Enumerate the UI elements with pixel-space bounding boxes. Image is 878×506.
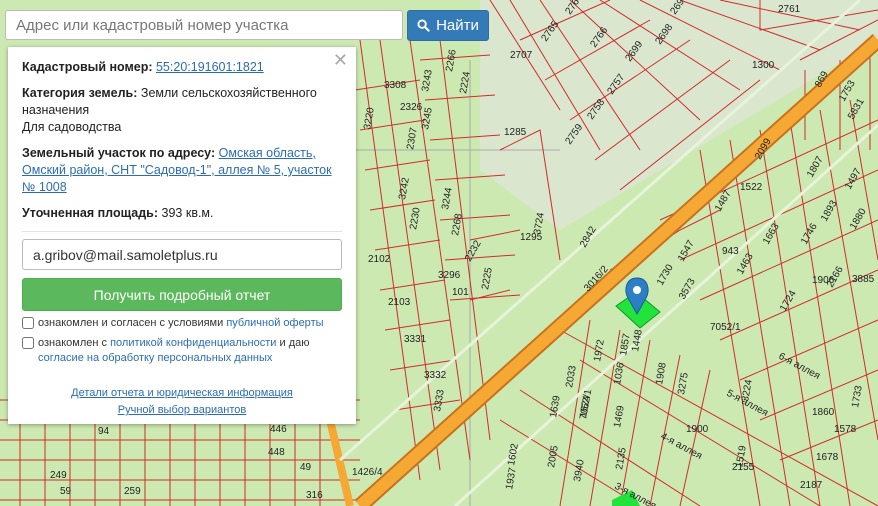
parcel-number-label: 3296	[438, 270, 461, 281]
parcel-number-label: 1295	[520, 232, 543, 243]
parcel-number-label: 2103	[388, 297, 411, 308]
parcel-number-label: 59	[60, 486, 72, 497]
parcel-number-label: 2761	[778, 4, 801, 15]
report-details-link[interactable]: Детали отчета и юридическая информация	[71, 387, 293, 399]
close-icon[interactable]: ✕	[333, 51, 348, 69]
personal-data-link[interactable]: согласие на обработку персональных данны…	[38, 352, 272, 364]
purpose-value: Для садоводства	[22, 120, 122, 134]
cadastral-label: Кадастровый номер:	[22, 60, 153, 74]
parcel-number-label: 3885	[852, 274, 875, 285]
parcel-number-label: 1285	[504, 127, 527, 138]
parcel-number-label: 1678	[816, 452, 839, 463]
parcel-number-label: 1300	[752, 60, 775, 71]
parcel-number-label: 249	[50, 470, 67, 481]
parcel-number-label: 2707	[510, 50, 533, 61]
privacy-text-2: и даю	[279, 337, 310, 349]
parcel-number-label: 3331	[404, 334, 427, 345]
offer-checkbox-input[interactable]	[22, 317, 34, 329]
parcel-number-label: 94	[98, 426, 110, 437]
parcel-number-label: 446	[270, 424, 287, 435]
address-label: Земельный участок по адресу:	[22, 146, 216, 160]
area-value: 393 кв.м.	[161, 206, 214, 220]
address-row: Земельный участок по адресу: Омская обла…	[22, 145, 342, 196]
parcel-info-panel: ✕ Кадастровый номер: 55:20:191601:1821 К…	[8, 47, 356, 424]
parcel-number-label: 3332	[424, 370, 447, 381]
parcel-number-label: 2102	[368, 254, 391, 265]
parcel-number-label: 1578	[834, 424, 857, 435]
parcel-number-label: 2326	[400, 102, 423, 113]
parcel-number-label: 943	[722, 246, 739, 257]
search-button[interactable]: Найти	[407, 10, 489, 41]
category-label: Категория земель:	[22, 86, 138, 100]
privacy-text: ознакомлен с	[38, 337, 108, 349]
privacy-checkbox-input[interactable]	[22, 337, 34, 349]
search-field[interactable]	[5, 10, 403, 40]
get-report-button[interactable]: Получить подробный отчет	[22, 278, 342, 311]
search-input[interactable]	[6, 11, 402, 39]
public-offer-link[interactable]: публичной оферты	[226, 317, 323, 329]
category-row: Категория земель: Земли сельскохозяйстве…	[22, 85, 342, 136]
area-row: Уточненная площадь: 393 кв.м.	[22, 205, 342, 222]
privacy-agreement-checkbox[interactable]: ознакомлен с политикой конфиденциальност…	[22, 336, 342, 366]
panel-footer-links: Детали отчета и юридическая информация Р…	[22, 385, 342, 419]
parcel-number-label: 3308	[384, 80, 407, 91]
area-label: Уточненная площадь:	[22, 206, 159, 220]
offer-text: ознакомлен и согласен с условиями	[38, 317, 224, 329]
parcel-number-label: 316	[306, 490, 323, 501]
parcel-number-label: 448	[268, 447, 285, 458]
parcel-number-label: 7052/1	[710, 322, 741, 333]
privacy-policy-link[interactable]: политикой конфиденциальности	[110, 337, 276, 349]
cadastral-link[interactable]: 55:20:191601:1821	[156, 60, 264, 74]
search-icon	[417, 19, 430, 32]
offer-agreement-checkbox[interactable]: ознакомлен и согласен с условиями публич…	[22, 316, 342, 331]
divider	[22, 231, 342, 232]
parcel-number-label: 1426/4	[352, 467, 383, 478]
parcel-number-label: 1900	[686, 424, 709, 435]
parcel-number-label: 49	[300, 462, 312, 473]
cadastral-row: Кадастровый номер: 55:20:191601:1821	[22, 59, 342, 76]
parcel-number-label: 101	[452, 287, 469, 298]
parcel-number-label: 259	[124, 486, 141, 497]
parcel-number-label: 1522	[740, 182, 763, 193]
parcel-number-label: 2187	[800, 480, 823, 491]
parcel-number-label: 1860	[812, 407, 835, 418]
manual-selection-link[interactable]: Ручной выбор вариантов	[118, 404, 246, 416]
search-button-label: Найти	[436, 17, 479, 34]
email-field[interactable]	[22, 239, 342, 270]
